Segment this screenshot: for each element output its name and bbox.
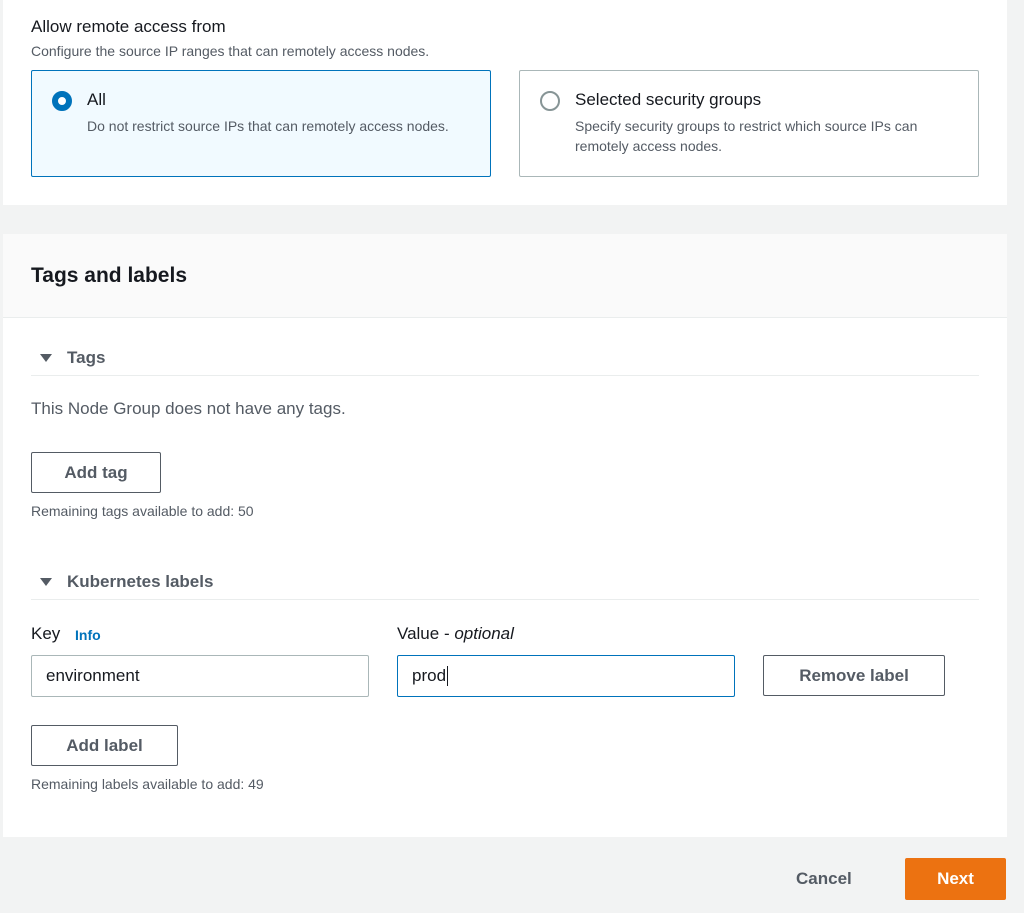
remote-access-title: Allow remote access from <box>31 17 226 36</box>
tags-expandable-header[interactable]: Tags <box>31 346 979 376</box>
radio-description-all: Do not restrict source IPs that can remo… <box>87 118 449 134</box>
next-button[interactable]: Next <box>905 858 1006 900</box>
radio-tile-selected-security-groups[interactable]: Selected security groups Specify securit… <box>519 70 979 177</box>
tags-header-title: Tags <box>67 348 106 367</box>
label-key-input[interactable]: environment <box>31 655 369 697</box>
remaining-labels-text: Remaining labels available to add: 49 <box>31 776 264 792</box>
key-label: Key <box>31 624 61 643</box>
remaining-tags-text: Remaining tags available to add: 50 <box>31 503 254 519</box>
add-tag-button[interactable]: Add tag <box>31 452 161 493</box>
tags-labels-card: Tags and labels Tags This Node Group doe… <box>3 234 1007 837</box>
radio-button-all[interactable] <box>52 91 72 111</box>
cancel-button[interactable]: Cancel <box>796 869 852 889</box>
value-label-text: Value - <box>397 624 455 643</box>
label-key-value: environment <box>46 666 140 685</box>
radio-description-selected-security-groups: Specify security groups to restrict whic… <box>575 118 918 154</box>
add-label-button[interactable]: Add label <box>31 725 178 766</box>
section-title: Tags and labels <box>31 264 187 287</box>
radio-button-selected-security-groups[interactable] <box>540 91 560 111</box>
label-value-value: prod <box>412 666 447 685</box>
text-cursor <box>447 666 449 686</box>
remove-label-button[interactable]: Remove label <box>763 655 945 696</box>
caret-down-icon <box>40 354 52 362</box>
info-link[interactable]: Info <box>75 627 101 643</box>
radio-tile-all[interactable]: All Do not restrict source IPs that can … <box>31 70 491 177</box>
tags-labels-header: Tags and labels <box>3 234 1007 318</box>
no-tags-text: This Node Group does not have any tags. <box>31 399 346 418</box>
radio-label-selected-security-groups: Selected security groups <box>575 90 762 109</box>
value-label-optional: optional <box>454 624 514 643</box>
remote-access-card: Allow remote access from Configure the s… <box>3 0 1007 205</box>
radio-label-all: All <box>87 90 106 109</box>
label-value-input[interactable]: prod <box>397 655 735 697</box>
remote-access-description: Configure the source IP ranges that can … <box>31 43 430 59</box>
value-label: Value - optional <box>397 624 514 644</box>
caret-down-icon <box>40 578 52 586</box>
kubernetes-labels-header-title: Kubernetes labels <box>67 572 214 591</box>
page: Allow remote access from Configure the s… <box>0 0 1024 913</box>
kubernetes-labels-expandable-header[interactable]: Kubernetes labels <box>31 570 979 600</box>
